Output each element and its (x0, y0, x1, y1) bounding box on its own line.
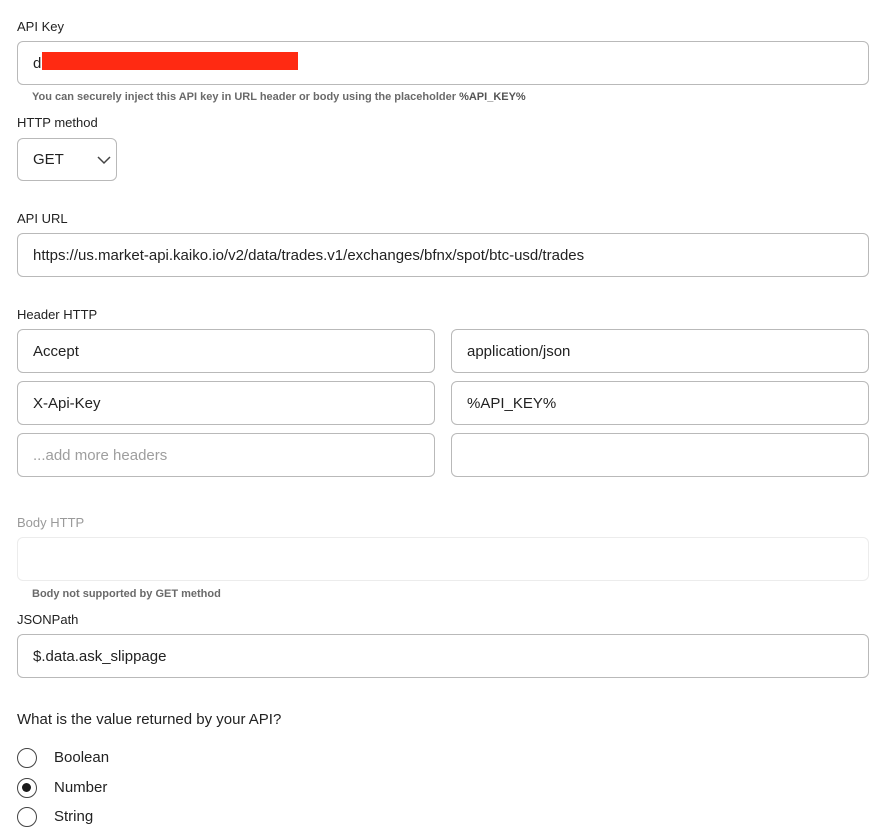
api-key-placeholder-token: %API_KEY% (459, 91, 526, 103)
chevron-down-icon (97, 156, 111, 165)
return-type-question: What is the value returned by your API? (17, 711, 282, 728)
jsonpath-label: JSONPath (17, 612, 79, 627)
http-method-value: GET (33, 151, 64, 168)
api-key-hint: You can securely inject this API key in … (32, 91, 526, 103)
radio-label: Number (54, 779, 108, 796)
http-method-select[interactable]: GET (17, 138, 117, 181)
http-method-label: HTTP method (17, 115, 98, 130)
api-url-input[interactable] (17, 233, 869, 277)
radio-label: String (54, 808, 94, 825)
header-value-input[interactable] (451, 381, 869, 425)
new-header-name-input[interactable] (17, 433, 435, 477)
radio-button-checked[interactable] (17, 778, 37, 798)
api-key-hint-text: You can securely inject this API key in … (32, 91, 460, 103)
jsonpath-input[interactable] (17, 634, 869, 678)
radio-button[interactable] (17, 748, 37, 768)
api-url-label: API URL (17, 211, 68, 226)
header-value-input[interactable] (451, 329, 869, 373)
radio-label: Boolean (54, 749, 110, 766)
radio-button[interactable] (17, 807, 37, 827)
body-http-label: Body HTTP (17, 515, 85, 530)
header-http-label: Header HTTP (17, 307, 98, 322)
body-hint: Body not supported by GET method (32, 588, 221, 600)
body-http-textarea (17, 537, 869, 581)
header-name-input[interactable] (17, 381, 435, 425)
new-header-value-input[interactable] (451, 433, 869, 477)
header-name-input[interactable] (17, 329, 435, 373)
redaction-mark (42, 52, 298, 70)
api-key-label: API Key (17, 19, 64, 34)
